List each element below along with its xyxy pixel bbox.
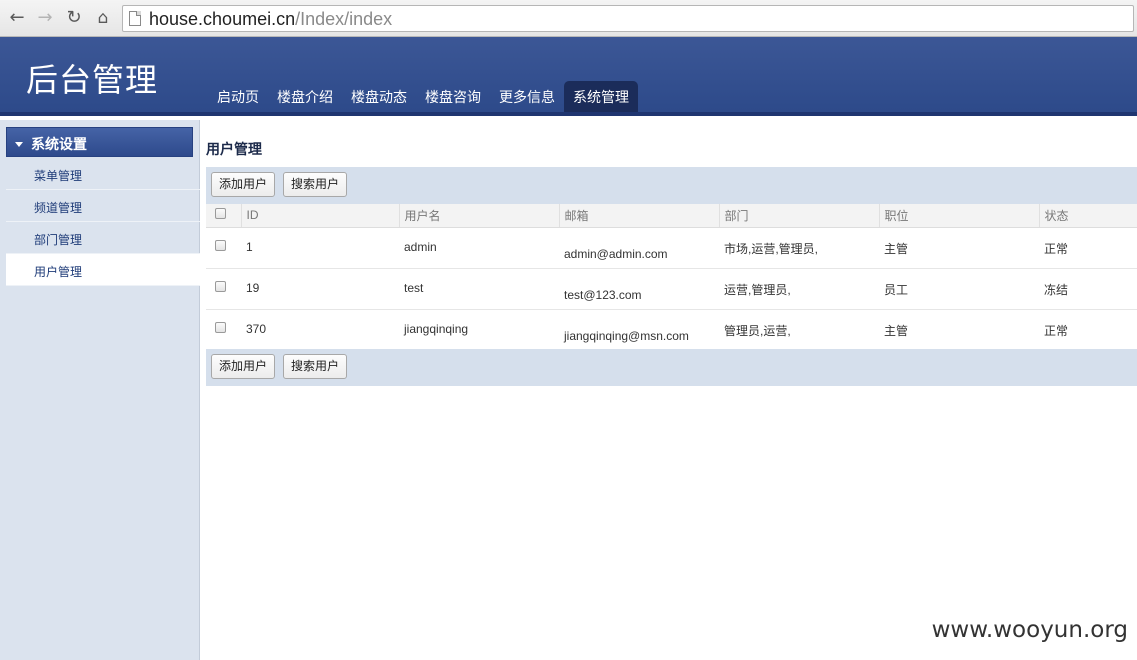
table-row[interactable]: 370 jiangqinqing jiangqinqing@msn.com 管理…: [206, 309, 1137, 351]
page-title: 用户管理: [206, 141, 262, 157]
tab-intro[interactable]: 楼盘介绍: [268, 81, 342, 112]
forward-arrow-icon[interactable]: →: [34, 7, 56, 29]
row-checkbox[interactable]: [215, 280, 226, 292]
row-select-cell: [206, 309, 241, 351]
cell-username: test: [399, 268, 559, 310]
tab-more[interactable]: 更多信息: [490, 81, 564, 112]
column-header-username[interactable]: 用户名: [398, 204, 559, 228]
column-header-position[interactable]: 职位: [878, 204, 1039, 228]
search-user-button[interactable]: 搜索用户: [283, 354, 348, 379]
row-select-cell: [206, 227, 241, 269]
sidebar-item-channel[interactable]: 频道管理: [6, 190, 200, 222]
cell-status: 正常: [1039, 227, 1137, 269]
sidebar-item-users[interactable]: 用户管理: [6, 254, 200, 286]
reload-icon[interactable]: ↻: [63, 7, 85, 29]
cell-email: test@123.com: [559, 268, 719, 310]
table-row[interactable]: 19 test test@123.com 运营,管理员, 员工 冻结: [206, 268, 1137, 310]
site-header: 后台管理 启动页 楼盘介绍 楼盘动态 楼盘咨询 更多信息 系统管理: [0, 37, 1137, 116]
tab-news[interactable]: 楼盘动态: [342, 81, 416, 112]
cell-username: admin: [399, 227, 559, 269]
browser-toolbar: ← → ↻ ⌂ house.choumei.cn/Index/index: [0, 0, 1137, 37]
cell-position: 主管: [879, 227, 1039, 269]
cell-position: 员工: [879, 268, 1039, 310]
watermark: www.wooyun.org: [931, 617, 1128, 643]
cell-status: 冻结: [1039, 268, 1137, 310]
cell-id: 1: [241, 227, 399, 269]
users-table: ID 用户名 邮箱 部门 职位 状态 1 admin admin@admin.c…: [206, 204, 1137, 351]
sidebar-list: 菜单管理 频道管理 部门管理 用户管理: [6, 158, 200, 286]
url-host: house.choumei.cn: [149, 9, 296, 29]
tab-consult[interactable]: 楼盘咨询: [416, 81, 490, 112]
cell-id: 19: [241, 268, 399, 310]
row-select-cell: [206, 268, 241, 310]
sidebar-section-header[interactable]: 系统设置: [6, 127, 193, 157]
cell-id: 370: [241, 309, 399, 351]
toolbar-top: 添加用户 搜索用户: [206, 167, 1137, 204]
sidebar: 系统设置 菜单管理 频道管理 部门管理 用户管理: [0, 120, 200, 660]
add-user-button[interactable]: 添加用户: [211, 354, 276, 379]
cell-department: 运营,管理员,: [719, 268, 879, 310]
tab-system[interactable]: 系统管理: [564, 81, 638, 112]
cell-email: admin@admin.com: [559, 227, 719, 269]
cell-department: 管理员,运营,: [719, 309, 879, 351]
select-all-cell: [206, 204, 241, 228]
row-checkbox[interactable]: [215, 321, 226, 333]
select-all-checkbox[interactable]: [215, 208, 226, 220]
url-text[interactable]: house.choumei.cn/Index/index: [149, 9, 392, 29]
page-icon: [129, 11, 141, 26]
sidebar-item-menu[interactable]: 菜单管理: [6, 158, 200, 190]
cell-username: jiangqinqing: [399, 309, 559, 351]
sidebar-section-label: 系统设置: [31, 136, 87, 152]
add-user-button[interactable]: 添加用户: [211, 172, 276, 197]
cell-email: jiangqinqing@msn.com: [559, 309, 719, 351]
url-path: /Index/index: [295, 9, 393, 29]
table-header-row: ID 用户名 邮箱 部门 职位 状态: [206, 204, 1137, 228]
column-header-id[interactable]: ID: [240, 204, 399, 228]
caret-down-icon: [15, 142, 23, 147]
cell-position: 主管: [879, 309, 1039, 351]
row-checkbox[interactable]: [215, 239, 226, 251]
back-arrow-icon[interactable]: ←: [6, 7, 28, 29]
cell-department: 市场,运营,管理员,: [719, 227, 879, 269]
toolbar-bottom: 添加用户 搜索用户: [206, 349, 1137, 386]
site-title: 后台管理: [26, 61, 159, 99]
column-header-status[interactable]: 状态: [1038, 204, 1137, 228]
top-nav: 启动页 楼盘介绍 楼盘动态 楼盘咨询 更多信息 系统管理: [208, 81, 638, 112]
table-row[interactable]: 1 admin admin@admin.com 市场,运营,管理员, 主管 正常: [206, 227, 1137, 269]
search-user-button[interactable]: 搜索用户: [283, 172, 348, 197]
cell-status: 正常: [1039, 309, 1137, 351]
address-bar[interactable]: house.choumei.cn/Index/index: [122, 5, 1134, 32]
column-header-email[interactable]: 邮箱: [558, 204, 719, 228]
home-icon[interactable]: ⌂: [92, 7, 114, 29]
tab-start[interactable]: 启动页: [208, 81, 268, 112]
column-header-department[interactable]: 部门: [718, 204, 879, 228]
sidebar-item-department[interactable]: 部门管理: [6, 222, 200, 254]
